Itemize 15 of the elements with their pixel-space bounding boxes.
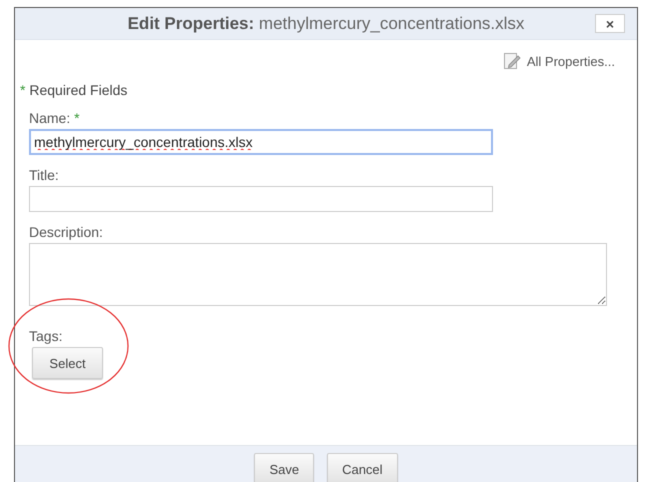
field-label: Description: bbox=[29, 224, 104, 240]
field-label: Title: bbox=[29, 167, 60, 183]
close-button[interactable]: × bbox=[595, 14, 625, 33]
pencil-page-icon bbox=[502, 52, 521, 70]
all-properties-link[interactable]: All Properties... bbox=[526, 54, 615, 68]
description-field[interactable] bbox=[29, 243, 607, 306]
field-label: Name: * bbox=[29, 110, 81, 126]
footer-button[interactable]: Cancel bbox=[327, 453, 398, 482]
window-title: Edit Properties: methylmercury_concentrations.xlsx bbox=[128, 14, 524, 34]
text-field[interactable]: methylmercury_concentrations.xlsx bbox=[29, 129, 493, 155]
tags-label: Tags: bbox=[29, 328, 64, 344]
text-field[interactable] bbox=[29, 186, 493, 212]
select-button[interactable]: Select bbox=[32, 347, 103, 379]
required-fields-note: * Required Fields bbox=[20, 82, 128, 98]
footer-button[interactable]: Save bbox=[254, 453, 314, 482]
